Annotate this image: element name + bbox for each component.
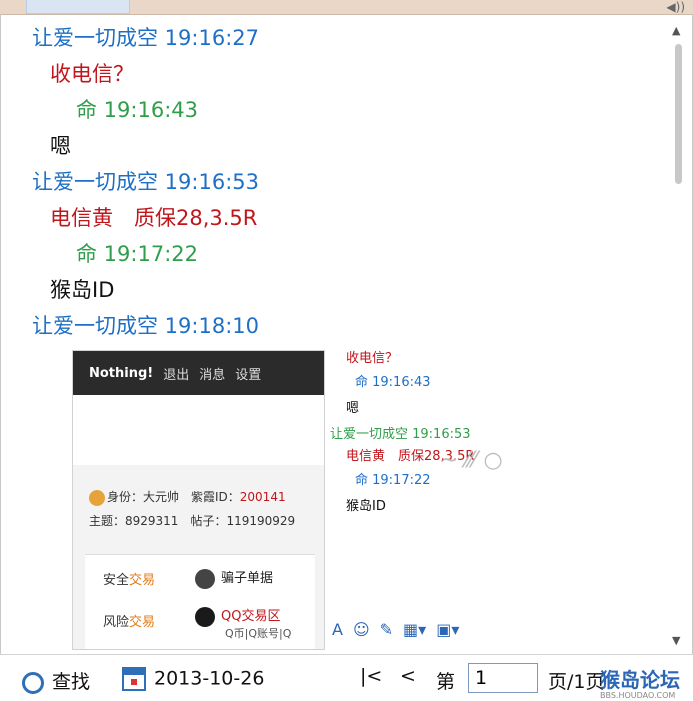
- embedded-menu-item: 骗子单据: [195, 567, 273, 589]
- embedded-screenshot: Nothing! 退出 消息 设置 身份：大元帅 紫霞ID：200141 主题：…: [50, 348, 570, 653]
- scammer-icon: [195, 568, 215, 589]
- scroll-down-icon[interactable]: ▼: [672, 634, 680, 647]
- message-header: 让爱一切成空 19:16:53: [32, 170, 259, 194]
- embedded-chat-line: 嗯: [346, 401, 360, 416]
- embedded-menu-item-label: 骗子单据: [221, 571, 274, 586]
- search-button[interactable]: 查找: [22, 667, 90, 694]
- embedded-forum-page: Nothing! 退出 消息 设置 身份：大元帅 紫霞ID：200141 主题：…: [72, 350, 325, 650]
- embedded-menu-label-a: 安全: [103, 573, 130, 588]
- embedded-menu-item: QQ交易区: [195, 605, 280, 627]
- embedded-menu-label-a: 风险: [103, 615, 130, 630]
- embedded-toolbar: A ☺ ✎ ▦▾ ▣▾: [332, 620, 459, 639]
- vertical-scrollbar[interactable]: ▲ ▼: [667, 14, 689, 654]
- active-tab[interactable]: [26, 0, 130, 14]
- calendar-icon: [122, 667, 146, 691]
- embedded-menu-label-b: 交易: [129, 615, 156, 630]
- embedded-menu: 安全交易 风险交易 骗子单据 QQ交易区 Q币|Q账号|Q: [85, 554, 315, 649]
- embedded-nav-item: 退出: [163, 367, 190, 383]
- message-body: 猴岛ID: [50, 278, 115, 302]
- image-icon: ▦▾: [403, 620, 427, 639]
- screenshot-icon: ▣▾: [436, 620, 460, 639]
- embedded-menu-sub: Q币|Q账号|Q: [225, 627, 292, 640]
- embedded-user-info: 身份：大元帅 紫霞ID：200141 主题：8929311 帖子：1191909…: [89, 485, 295, 533]
- search-label: 查找: [52, 671, 91, 693]
- watermark-sub: BBS.HOUDAO.COM: [600, 691, 676, 700]
- embedded-chat-line: 猴岛ID: [346, 499, 386, 514]
- message-header: 让爱一切成空 19:16:27: [32, 26, 259, 50]
- prev-page-button[interactable]: <: [400, 665, 416, 687]
- embedded-chat-line: 让爱一切成空 19:16:53: [330, 427, 471, 442]
- message-header: 命 19:16:43: [76, 98, 198, 122]
- watermark-main: 猴岛论坛: [600, 668, 680, 692]
- embedded-chat-line: 命 19:17:22: [355, 473, 431, 488]
- page-prefix: 第: [436, 671, 456, 693]
- message-body: 电信黄 质保28,3.5R: [50, 206, 258, 230]
- scribble-icon: ~ ⁄⁄⁄ ○: [440, 448, 503, 473]
- top-bar: ◀)): [0, 0, 693, 15]
- embedded-menu-label-b: 交易: [129, 573, 156, 588]
- message-body: 嗯: [50, 134, 71, 158]
- scroll-thumb[interactable]: [675, 44, 682, 184]
- bottom-toolbar: 查找 2013-10-26 |< < 第 1 页/1页: [0, 654, 693, 701]
- page-suffix: 页/1页: [548, 671, 605, 693]
- search-icon: [22, 671, 44, 694]
- qq-penguin-icon: [195, 606, 215, 627]
- date-label: 2013-10-26: [154, 667, 265, 690]
- message-header: 命 19:17:22: [76, 242, 198, 266]
- scroll-up-icon[interactable]: ▲: [672, 24, 680, 37]
- embedded-nav-bar: Nothing! 退出 消息 设置: [73, 351, 324, 395]
- forum-watermark: 猴岛论坛 BBS.HOUDAO.COM: [600, 664, 680, 700]
- embedded-nav-brand: Nothing!: [89, 365, 154, 381]
- message-header: 让爱一切成空 19:18:10: [32, 314, 259, 338]
- emoji-icon: ☺: [352, 620, 370, 639]
- embedded-info-line: 主题：8929311 帖子：119190929: [89, 514, 296, 528]
- embedded-info-line: 身份：大元帅 紫霞ID：200141: [89, 485, 295, 509]
- first-page-button[interactable]: |<: [360, 665, 382, 687]
- font-icon: A: [332, 620, 343, 639]
- note-icon: ✎: [379, 620, 394, 639]
- embedded-blank-area: [73, 395, 324, 465]
- embedded-info-id: 200141: [239, 490, 286, 504]
- embedded-menu-label: 风险交易: [103, 611, 155, 630]
- embedded-menu-item-label: QQ交易区: [221, 609, 281, 624]
- embedded-info-text: 身份：大元帅 紫霞ID：: [107, 490, 240, 504]
- embedded-chat-line: 命 19:16:43: [355, 375, 431, 390]
- page-number-input[interactable]: 1: [468, 663, 538, 693]
- embedded-nav-item: 消息: [199, 367, 226, 383]
- avatar-icon: [89, 489, 105, 506]
- embedded-chat-line: 收电信？: [346, 351, 399, 366]
- embedded-menu-label: 安全交易: [103, 569, 155, 588]
- message-body: 收电信？: [50, 62, 134, 86]
- top-right-controls-icon[interactable]: ◀)): [666, 0, 685, 14]
- date-button[interactable]: 2013-10-26: [122, 667, 264, 691]
- embedded-nav-item: 设置: [235, 367, 262, 383]
